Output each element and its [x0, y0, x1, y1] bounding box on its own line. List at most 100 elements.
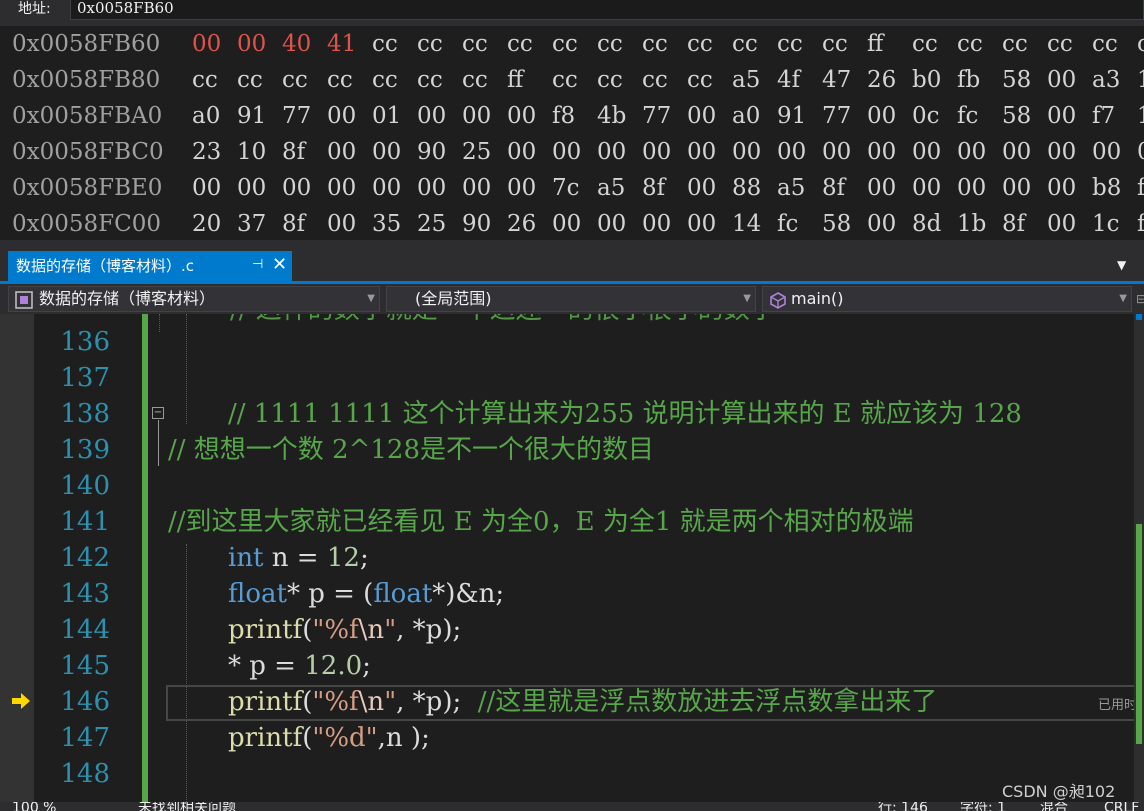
memory-byte[interactable]: 26 — [867, 62, 896, 98]
line-indicator[interactable]: 行: 146 — [878, 802, 928, 811]
memory-byte[interactable]: a3 — [1092, 62, 1120, 98]
memory-byte[interactable]: ff — [867, 26, 883, 62]
memory-byte[interactable]: fb — [957, 62, 980, 98]
memory-byte[interactable]: cc — [642, 26, 668, 62]
memory-byte[interactable]: cc — [462, 62, 488, 98]
memory-byte[interactable]: cc — [417, 26, 443, 62]
memory-byte[interactable]: 00 — [372, 134, 401, 170]
memory-byte[interactable]: cc — [912, 26, 938, 62]
memory-byte[interactable]: 25 — [417, 206, 446, 240]
memory-byte[interactable]: 77 — [822, 98, 851, 134]
memory-byte[interactable]: 10 — [237, 134, 266, 170]
memory-byte[interactable]: 41 — [327, 26, 356, 62]
memory-byte[interactable]: fc — [777, 206, 798, 240]
line-ending[interactable]: CRLF — [1104, 802, 1139, 811]
memory-byte[interactable]: 77 — [282, 98, 311, 134]
memory-byte[interactable]: 00 — [777, 134, 806, 170]
memory-byte[interactable]: 58 — [1002, 98, 1031, 134]
memory-byte[interactable]: 8f — [282, 134, 305, 170]
memory-byte[interactable]: 00 — [462, 98, 491, 134]
memory-byte[interactable]: 14 — [732, 206, 761, 240]
tab-active-file[interactable]: 数据的存储（博客材料）.c ⊣ ✕ — [8, 251, 292, 281]
memory-byte[interactable]: 8d — [912, 206, 941, 240]
memory-byte[interactable]: 88 — [732, 170, 761, 206]
memory-byte[interactable]: 4b — [597, 98, 626, 134]
memory-byte[interactable]: 58 — [822, 206, 851, 240]
memory-byte[interactable]: cc — [687, 26, 713, 62]
memory-byte[interactable]: 25 — [462, 134, 491, 170]
memory-byte[interactable]: cc — [552, 26, 578, 62]
memory-byte[interactable]: f8 — [552, 98, 575, 134]
memory-grid[interactable]: 0x0058FB60 00 00 40 41 cc cc cc cc cc cc cc cc cc cc cc… — [0, 26, 1144, 240]
memory-byte[interactable]: cc — [597, 62, 623, 98]
memory-byte[interactable]: ff — [507, 62, 523, 98]
split-editor-icon[interactable]: ⊟ — [1136, 292, 1144, 306]
memory-byte[interactable]: 00 — [462, 170, 491, 206]
memory-byte[interactable]: 00 — [552, 206, 581, 240]
memory-byte[interactable]: 47 — [822, 62, 851, 98]
project-file-dropdown[interactable]: 数据的存储（博客材料） ▼ — [8, 286, 380, 312]
memory-byte[interactable]: 00 — [1047, 62, 1076, 98]
memory-byte[interactable]: 00 — [1047, 170, 1076, 206]
memory-byte[interactable]: 00 — [1047, 98, 1076, 134]
memory-byte[interactable]: 01 — [372, 98, 401, 134]
memory-byte[interactable]: 00 — [867, 98, 896, 134]
memory-byte[interactable]: cc — [417, 62, 443, 98]
memory-byte[interactable]: cc — [1002, 26, 1028, 62]
memory-byte[interactable]: 00 — [327, 134, 356, 170]
memory-byte[interactable]: 90 — [462, 206, 491, 240]
memory-byte[interactable]: 00 — [642, 206, 671, 240]
memory-byte[interactable]: cc — [462, 26, 488, 62]
memory-byte[interactable]: 00 — [1092, 134, 1121, 170]
memory-byte[interactable]: 40 — [282, 26, 311, 62]
memory-byte[interactable]: 00 — [327, 206, 356, 240]
memory-byte[interactable]: 00 — [1002, 170, 1031, 206]
memory-byte[interactable]: 1 — [1137, 62, 1144, 98]
memory-byte[interactable]: f7 — [1092, 98, 1115, 134]
function-dropdown[interactable]: main() ▼ — [762, 286, 1132, 312]
memory-byte[interactable]: 00 — [417, 98, 446, 134]
memory-byte[interactable]: 00 — [687, 206, 716, 240]
memory-byte[interactable]: 77 — [642, 98, 671, 134]
memory-byte[interactable]: 00 — [687, 98, 716, 134]
memory-byte[interactable]: 20 — [192, 206, 221, 240]
memory-byte[interactable]: 1c — [1092, 206, 1120, 240]
memory-byte[interactable]: 00 — [912, 134, 941, 170]
memory-byte[interactable]: cc — [372, 62, 398, 98]
memory-byte[interactable]: 00 — [237, 26, 266, 62]
memory-byte[interactable]: cc — [192, 62, 218, 98]
memory-byte[interactable]: 00 — [867, 134, 896, 170]
memory-byte[interactable]: 1 — [1137, 98, 1144, 134]
memory-byte[interactable]: cc — [327, 62, 353, 98]
memory-byte[interactable]: cc — [282, 62, 308, 98]
memory-byte[interactable]: cc — [1137, 26, 1144, 62]
memory-byte[interactable]: 4f — [777, 62, 800, 98]
memory-byte[interactable]: b8 — [1092, 170, 1121, 206]
memory-byte[interactable]: cc — [1047, 26, 1073, 62]
memory-byte[interactable]: 91 — [777, 98, 806, 134]
memory-row[interactable]: 0x0058FBC0 23 10 8f 00 00 90 25 00 00 00 00 00 00 00 00… — [0, 134, 1144, 170]
memory-byte[interactable]: cc — [777, 26, 803, 62]
memory-byte[interactable]: f — [1137, 206, 1144, 240]
memory-row[interactable]: 0x0058FBA0 a0 91 77 00 01 00 00 00 f8 4b 77 00 a0 91 77… — [0, 98, 1144, 134]
memory-row[interactable]: 0x0058FC00 20 37 8f 00 35 25 90 26 00 00 00 00 14 fc 58… — [0, 206, 1144, 240]
memory-byte[interactable]: f — [1137, 170, 1144, 206]
memory-byte[interactable]: 37 — [237, 206, 266, 240]
memory-byte[interactable]: cc — [372, 26, 398, 62]
memory-byte[interactable]: 00 — [327, 98, 356, 134]
memory-byte[interactable]: 8f — [1002, 206, 1025, 240]
memory-byte[interactable]: cc — [1092, 26, 1118, 62]
memory-row[interactable]: 0x0058FB80 cc cc cc cc cc cc cc ff cc cc cc cc a5 4f 47… — [0, 62, 1144, 98]
memory-byte[interactable]: 00 — [687, 134, 716, 170]
memory-byte[interactable]: 00 — [237, 170, 266, 206]
memory-byte[interactable]: cc — [822, 26, 848, 62]
memory-byte[interactable]: 00 — [732, 134, 761, 170]
breakpoint-margin[interactable] — [0, 314, 34, 802]
memory-byte[interactable]: 00 — [597, 206, 626, 240]
memory-byte[interactable]: 0c — [912, 98, 940, 134]
memory-byte[interactable]: 00 — [597, 134, 626, 170]
memory-byte[interactable]: 00 — [957, 170, 986, 206]
memory-byte[interactable]: 0 — [1137, 134, 1144, 170]
memory-byte[interactable]: cc — [687, 62, 713, 98]
memory-byte[interactable]: 8f — [282, 206, 305, 240]
